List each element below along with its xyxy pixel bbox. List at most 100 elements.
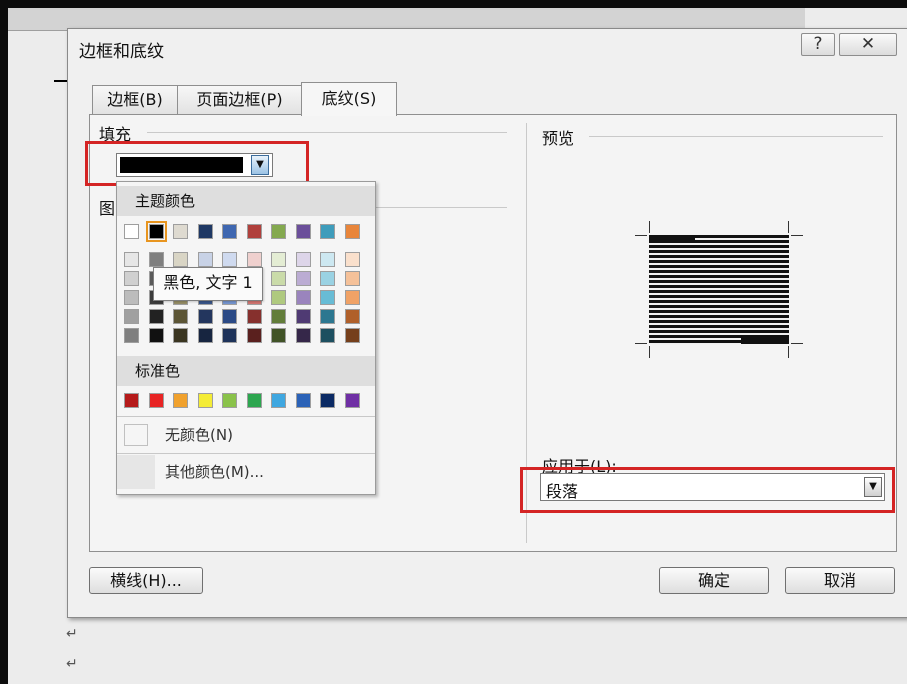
- popup-rule: [117, 416, 375, 417]
- borders-and-shading-dialog: 边框和底纹 ? ✕ 边框(B) 页面边框(P) 底纹(S) 填充 图 预览 应用…: [67, 28, 907, 618]
- popup-rule: [117, 453, 375, 454]
- theme-tint-swatch[interactable]: [320, 271, 335, 286]
- theme-tint-swatch[interactable]: [222, 252, 237, 267]
- theme-colors-header: 主题颜色: [117, 186, 375, 216]
- standard-color-swatch[interactable]: [320, 393, 335, 408]
- no-color-swatch: [124, 424, 148, 446]
- standard-color-row: [124, 393, 372, 410]
- theme-color-swatch[interactable]: [345, 224, 360, 239]
- theme-tint-swatch[interactable]: [149, 309, 164, 324]
- theme-color-swatch[interactable]: [173, 224, 188, 239]
- close-button[interactable]: ✕: [839, 33, 897, 56]
- theme-tint-swatch[interactable]: [271, 328, 286, 343]
- theme-color-swatch[interactable]: [146, 221, 167, 242]
- theme-tint-swatch[interactable]: [296, 328, 311, 343]
- standard-color-swatch[interactable]: [247, 393, 262, 408]
- theme-tint-swatch[interactable]: [345, 328, 360, 343]
- ok-button-label: 确定: [697, 571, 730, 590]
- preview-corner-tick: [791, 235, 803, 236]
- theme-tint-swatch[interactable]: [296, 252, 311, 267]
- tab-borders-label: 边框(B): [107, 90, 163, 109]
- theme-tint-swatch[interactable]: [345, 290, 360, 305]
- pattern-section-label: 图: [99, 199, 116, 218]
- theme-tint-swatch[interactable]: [345, 271, 360, 286]
- theme-tint-swatch[interactable]: [271, 252, 286, 267]
- theme-tint-swatch[interactable]: [222, 309, 237, 324]
- theme-tint-swatch[interactable]: [149, 328, 164, 343]
- theme-color-swatch[interactable]: [222, 224, 237, 239]
- standard-colors-header: 标准色: [117, 356, 375, 386]
- preview-section-rule: [589, 136, 883, 137]
- standard-color-swatch[interactable]: [296, 393, 311, 408]
- theme-tint-swatch[interactable]: [173, 252, 188, 267]
- theme-tint-swatch[interactable]: [124, 290, 139, 305]
- theme-tint-swatch[interactable]: [247, 252, 262, 267]
- tab-page-border[interactable]: 页面边框(P): [177, 85, 302, 114]
- preview-corner-tick: [791, 343, 803, 344]
- preview-corner-tick: [788, 221, 789, 233]
- standard-color-swatch[interactable]: [173, 393, 188, 408]
- tab-shading[interactable]: 底纹(S): [301, 82, 397, 116]
- highlight-box-apply-to: [520, 467, 895, 513]
- theme-tint-swatch[interactable]: [271, 271, 286, 286]
- dialog-title: 边框和底纹: [79, 42, 164, 62]
- theme-color-swatch[interactable]: [124, 224, 139, 239]
- highlight-box-fill: [85, 141, 309, 186]
- theme-color-swatch[interactable]: [296, 224, 311, 239]
- theme-tint-swatch[interactable]: [124, 252, 139, 267]
- theme-tint-swatch[interactable]: [198, 252, 213, 267]
- theme-tint-swatch[interactable]: [124, 309, 139, 324]
- preview-text-block-bottom: [741, 336, 789, 344]
- preview-section-label: 预览: [542, 129, 575, 148]
- theme-tint-swatch[interactable]: [149, 252, 164, 267]
- paragraph-mark: ↵: [66, 656, 78, 672]
- tab-borders[interactable]: 边框(B): [92, 85, 178, 114]
- cancel-button[interactable]: 取消: [785, 567, 895, 594]
- theme-tint-swatch[interactable]: [124, 271, 139, 286]
- theme-tint-swatch[interactable]: [247, 328, 262, 343]
- tab-shading-label: 底纹(S): [321, 89, 377, 108]
- standard-color-swatch[interactable]: [149, 393, 164, 408]
- theme-color-swatch[interactable]: [247, 224, 262, 239]
- theme-tint-swatch[interactable]: [222, 328, 237, 343]
- theme-tint-swatch[interactable]: [296, 309, 311, 324]
- horizontal-line-button[interactable]: 横线(H)...: [89, 567, 203, 594]
- theme-tint-swatch[interactable]: [345, 252, 360, 267]
- theme-tint-swatch[interactable]: [320, 290, 335, 305]
- ok-button[interactable]: 确定: [659, 567, 769, 594]
- preview-corner-tick: [649, 221, 650, 233]
- preview-shading-pattern: [649, 235, 789, 344]
- theme-tint-swatch[interactable]: [271, 290, 286, 305]
- standard-colors-label: 标准色: [135, 362, 181, 380]
- help-button[interactable]: ?: [801, 33, 835, 56]
- theme-tint-swatch[interactable]: [247, 309, 262, 324]
- theme-tint-swatch[interactable]: [198, 328, 213, 343]
- theme-color-swatch[interactable]: [271, 224, 286, 239]
- theme-tint-swatch[interactable]: [320, 328, 335, 343]
- theme-color-swatch[interactable]: [198, 224, 213, 239]
- theme-tint-swatch[interactable]: [320, 309, 335, 324]
- theme-tint-swatch[interactable]: [124, 328, 139, 343]
- theme-tint-swatch[interactable]: [173, 309, 188, 324]
- theme-colors-label: 主题颜色: [135, 192, 196, 210]
- preview-corner-tick: [649, 346, 650, 358]
- fill-section-rule: [147, 132, 507, 133]
- no-color-option[interactable]: 无颜色(N): [117, 418, 375, 452]
- theme-tint-swatch[interactable]: [296, 271, 311, 286]
- standard-color-swatch[interactable]: [124, 393, 139, 408]
- preview-corner-tick: [635, 235, 647, 236]
- theme-tint-swatch[interactable]: [296, 290, 311, 305]
- color-tooltip-text: 黑色, 文字 1: [163, 273, 253, 292]
- theme-tint-swatch[interactable]: [173, 328, 188, 343]
- theme-tint-swatch[interactable]: [271, 309, 286, 324]
- theme-tint-swatch[interactable]: [320, 252, 335, 267]
- standard-color-swatch[interactable]: [222, 393, 237, 408]
- theme-color-swatch[interactable]: [320, 224, 335, 239]
- standard-color-swatch[interactable]: [345, 393, 360, 408]
- theme-tint-swatch[interactable]: [345, 309, 360, 324]
- standard-color-swatch[interactable]: [271, 393, 286, 408]
- more-colors-option[interactable]: 其他颜色(M)...: [117, 455, 375, 489]
- theme-tint-swatch[interactable]: [198, 309, 213, 324]
- standard-color-swatch[interactable]: [198, 393, 213, 408]
- preview-text-block-top: [649, 235, 695, 243]
